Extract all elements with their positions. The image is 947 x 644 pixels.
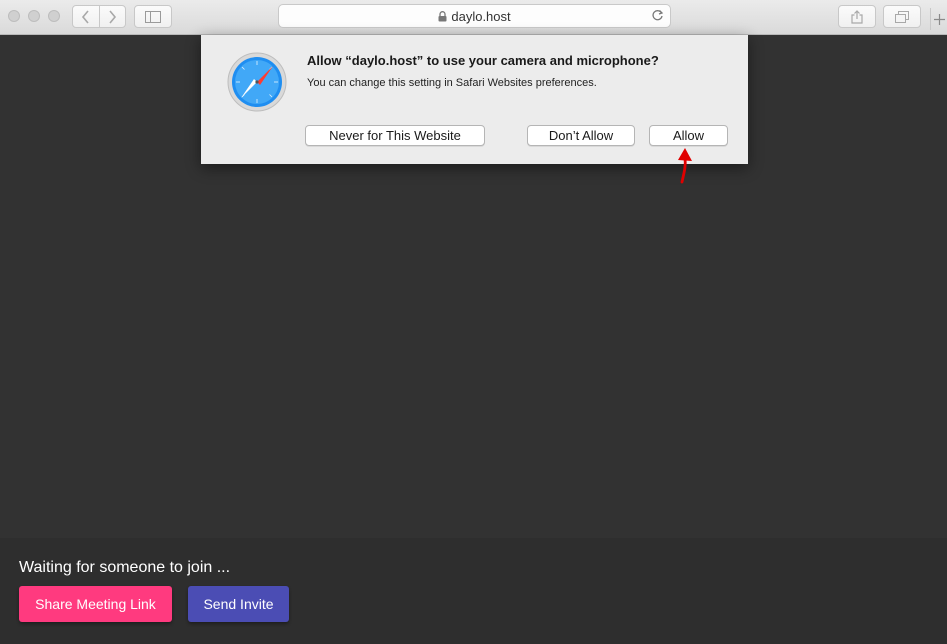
back-button[interactable] xyxy=(73,6,99,27)
reload-icon[interactable] xyxy=(651,9,664,22)
dialog-subtitle: You can change this setting in Safari We… xyxy=(307,77,597,89)
minimize-window-button[interactable] xyxy=(28,10,40,22)
allow-button[interactable]: Allow xyxy=(649,125,728,146)
address-bar[interactable]: daylo.host xyxy=(278,4,671,28)
dont-allow-button[interactable]: Don’t Allow xyxy=(527,125,635,146)
address-text: daylo.host xyxy=(451,8,511,24)
meeting-bar: Waiting for someone to join ... Share Me… xyxy=(0,538,947,644)
forward-button[interactable] xyxy=(98,6,125,27)
lock-icon xyxy=(438,10,447,22)
close-window-button[interactable] xyxy=(8,10,20,22)
send-invite-button[interactable]: Send Invite xyxy=(188,586,289,622)
new-tab-button[interactable] xyxy=(930,8,947,30)
dialog-title: Allow “daylo.host” to use your camera an… xyxy=(307,53,659,68)
camera-permission-dialog: Allow “daylo.host” to use your camera an… xyxy=(201,35,748,164)
show-tabs-button[interactable] xyxy=(883,5,921,28)
red-arrow-icon xyxy=(678,148,692,184)
never-for-this-website-button[interactable]: Never for This Website xyxy=(305,125,485,146)
navigation-buttons xyxy=(72,5,126,28)
share-button[interactable] xyxy=(838,5,876,28)
back-icon xyxy=(81,9,89,24)
forward-icon xyxy=(109,9,117,24)
new-tab-icon xyxy=(933,13,945,25)
tabs-icon xyxy=(895,10,909,23)
waiting-status: Waiting for someone to join ... xyxy=(19,559,231,576)
safari-compass-icon xyxy=(227,52,287,112)
sidebar-icon xyxy=(145,10,161,23)
sidebar-button[interactable] xyxy=(134,5,172,28)
share-icon xyxy=(851,9,863,24)
browser-window: daylo.host Allow “daylo.host” to use you… xyxy=(0,0,947,644)
share-meeting-link-button[interactable]: Share Meeting Link xyxy=(19,586,172,622)
zoom-window-button[interactable] xyxy=(48,10,60,22)
safari-toolbar: daylo.host xyxy=(0,0,947,35)
